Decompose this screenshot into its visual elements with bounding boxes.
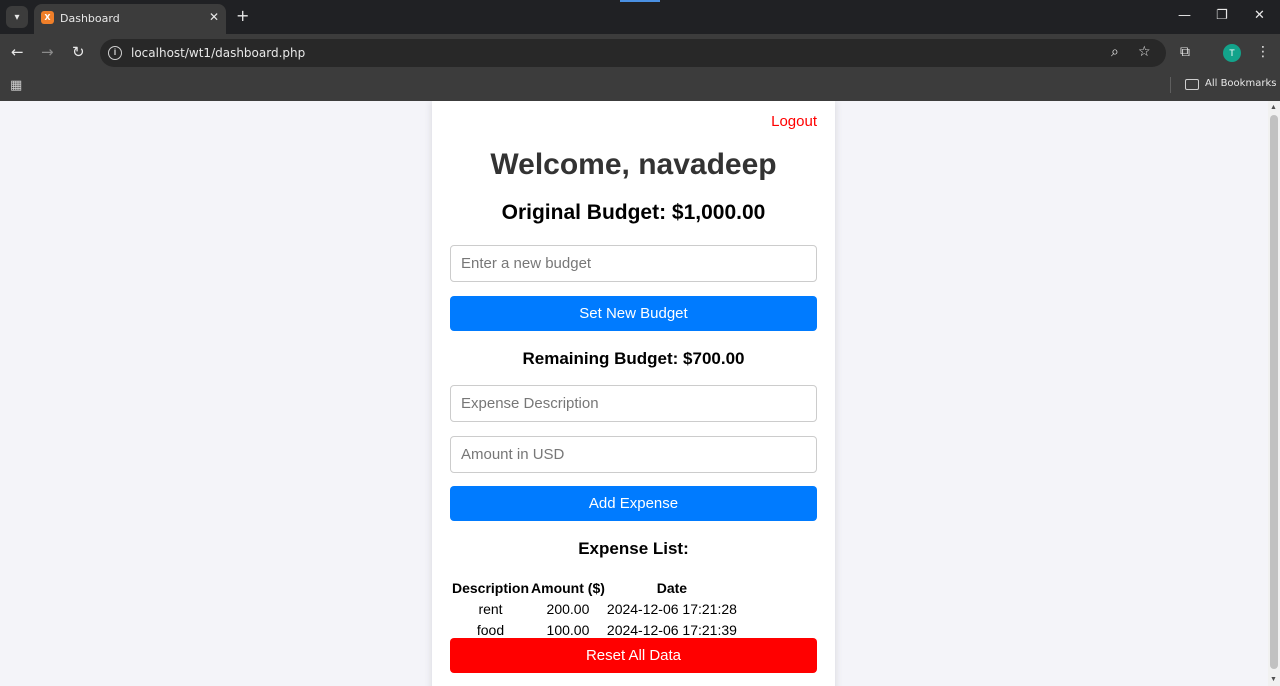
set-budget-button[interactable]: Set New Budget	[450, 296, 817, 331]
close-tab-icon[interactable]: ✕	[209, 10, 219, 24]
expense-amount-cell: 200.00	[546, 600, 590, 617]
expense-amount-input[interactable]	[450, 436, 817, 473]
site-info-icon[interactable]: i	[108, 46, 122, 60]
scroll-up-icon[interactable]: ▲	[1270, 104, 1277, 111]
add-expense-button[interactable]: Add Expense	[450, 486, 817, 521]
forward-icon[interactable]: →	[41, 44, 54, 60]
logout-link[interactable]: Logout	[771, 113, 817, 130]
tab-title: Dashboard	[60, 12, 120, 25]
column-header-date: Date	[656, 579, 688, 596]
tab-search-icon[interactable]: ▾	[6, 6, 28, 28]
bookmark-star-icon[interactable]: ☆	[1138, 44, 1151, 60]
tab-dashboard[interactable]: X Dashboard ✕	[34, 4, 226, 34]
close-window-icon[interactable]: ✕	[1254, 8, 1265, 23]
apps-grid-icon[interactable]: ▦	[10, 78, 22, 93]
url-text[interactable]: localhost/wt1/dashboard.php	[131, 46, 305, 60]
new-budget-input[interactable]	[450, 245, 817, 282]
page-scrollbar[interactable]: ▲ ▼	[1268, 101, 1280, 686]
extensions-icon[interactable]: ⧉	[1180, 44, 1190, 60]
expense-description-cell: rent	[478, 600, 503, 617]
tab-strip: ▾ X Dashboard ✕ + — ❐ ✕	[0, 0, 1280, 34]
browser-chrome: ▾ X Dashboard ✕ + — ❐ ✕ ← → ↻ i localhos…	[0, 0, 1280, 101]
table-row: rent 200.00 2024-12-06 17:21:28	[451, 598, 738, 619]
reset-data-button[interactable]: Reset All Data	[450, 638, 817, 673]
favicon-icon: X	[41, 11, 54, 24]
expense-list-title: Expense List:	[578, 539, 689, 558]
menu-icon[interactable]: ⋮	[1256, 44, 1270, 60]
dashboard-card: Logout Welcome, navadeep Original Budget…	[432, 101, 835, 686]
table-header-row: Description Amount ($) Date	[451, 577, 738, 598]
maximize-icon[interactable]: ❐	[1216, 8, 1228, 23]
column-header-amount: Amount ($)	[531, 579, 605, 596]
expense-date-cell: 2024-12-06 17:21:28	[606, 600, 737, 617]
page-viewport: Logout Welcome, navadeep Original Budget…	[0, 101, 1268, 686]
expense-description-input[interactable]	[450, 385, 817, 422]
new-tab-icon[interactable]: +	[236, 8, 249, 24]
browser-toolbar: ← → ↻ i localhost/wt1/dashboard.php ⌕ ☆ …	[0, 34, 1280, 72]
original-budget: Original Budget: $1,000.00	[501, 201, 766, 224]
scroll-down-icon[interactable]: ▼	[1270, 676, 1277, 683]
bookmarks-bar: ▦ All Bookmarks	[0, 72, 1280, 101]
address-bar[interactable]: i localhost/wt1/dashboard.php ⌕ ☆	[100, 39, 1166, 67]
expense-table: Description Amount ($) Date rent 200.00 …	[451, 577, 738, 640]
bookmarks-separator	[1170, 77, 1171, 93]
profile-avatar[interactable]: T	[1223, 44, 1241, 62]
expense-amount-cell: 100.00	[546, 621, 590, 638]
table-row: food 100.00 2024-12-06 17:21:39	[451, 619, 738, 640]
reload-icon[interactable]: ↻	[72, 44, 85, 60]
expense-date-cell: 2024-12-06 17:21:39	[606, 621, 737, 638]
back-icon[interactable]: ←	[11, 44, 24, 60]
tab-accent-bar	[620, 0, 660, 2]
expense-description-cell: food	[476, 621, 505, 638]
folder-icon[interactable]	[1185, 79, 1199, 90]
column-header-description: Description	[452, 579, 530, 596]
welcome-heading: Welcome, navadeep	[490, 148, 777, 181]
all-bookmarks-link[interactable]: All Bookmarks	[1205, 78, 1276, 89]
remaining-budget: Remaining Budget: $700.00	[522, 349, 745, 368]
minimize-icon[interactable]: —	[1178, 8, 1191, 23]
scroll-thumb[interactable]	[1270, 115, 1278, 669]
zoom-icon[interactable]: ⌕	[1111, 44, 1119, 60]
